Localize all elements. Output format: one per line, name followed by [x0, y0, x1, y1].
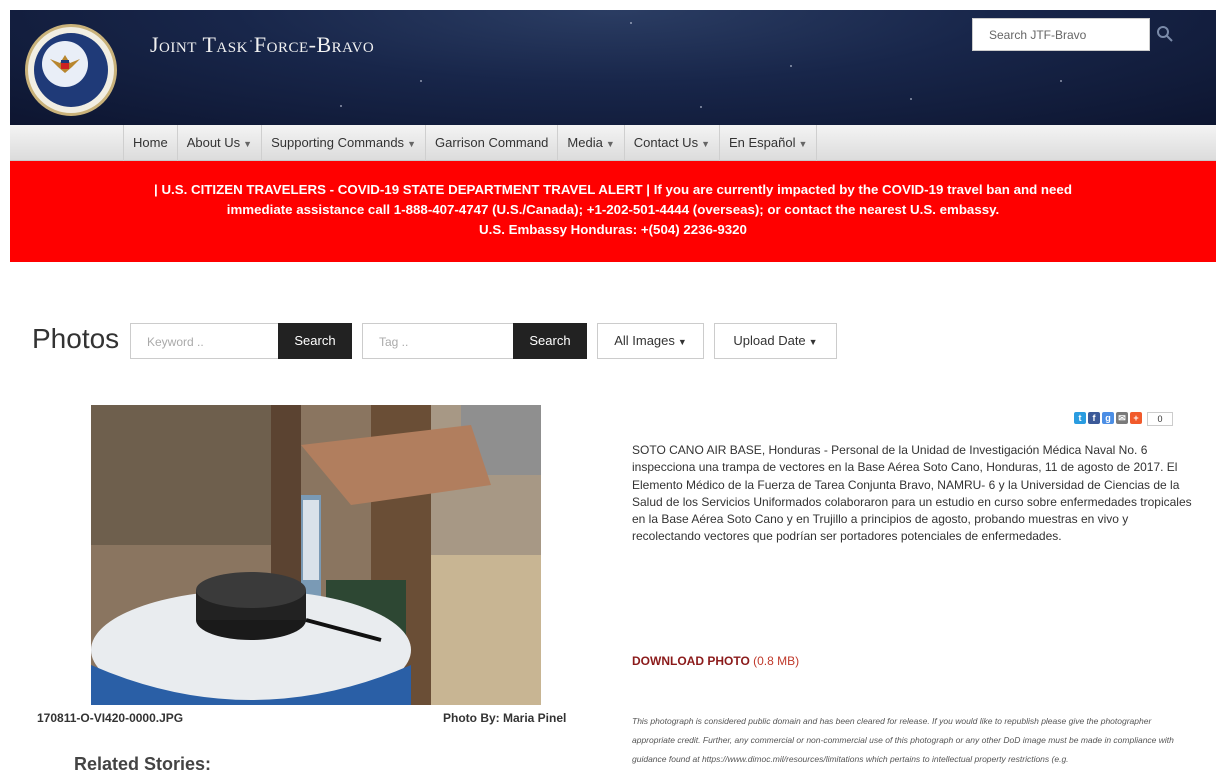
photos-heading: Photos [32, 323, 120, 354]
site-search-input[interactable]: Search JTF-Bravo [972, 18, 1150, 51]
share-toolbar: t f g ✉ + 0 [1074, 412, 1173, 427]
photo-credit: Photo By: Maria Pinel [443, 711, 567, 725]
chevron-down-icon: ▼ [243, 139, 253, 149]
tag-search-button[interactable]: Search [513, 323, 587, 359]
covid-travel-alert-banner: | U.S. CITIZEN TRAVELERS - COVID-19 STAT… [10, 161, 1216, 262]
caret-down-icon: ▼ [808, 337, 818, 347]
twitter-share-icon[interactable]: t [1074, 412, 1086, 424]
nav-item-contact-us[interactable]: Contact Us ▼ [623, 125, 719, 161]
chevron-down-icon: ▼ [407, 139, 416, 149]
tag-search-input[interactable]: Tag .. [362, 323, 517, 359]
download-photo-label[interactable]: DOWNLOAD PHOTO [632, 654, 750, 668]
chevron-down-icon: ▼ [605, 139, 615, 149]
nav-item-garrison-command[interactable]: Garrison Command [424, 125, 557, 161]
nav-item-media[interactable]: Media ▼ [557, 125, 623, 161]
search-icon[interactable] [1156, 25, 1174, 43]
keyword-search-input[interactable]: Keyword .. [130, 323, 280, 359]
nav-item-home[interactable]: Home [123, 125, 177, 161]
share-count: 0 [1147, 412, 1173, 426]
photo-description: SOTO CANO AIR BASE, Honduras - Personal … [632, 443, 1192, 544]
chevron-down-icon: ▼ [701, 139, 710, 149]
alert-line-2: immediate assistance call 1-888-407-4747… [226, 202, 1000, 217]
upload-date-dropdown[interactable]: Upload Date ▼ [714, 323, 837, 359]
caret-down-icon: ▼ [677, 337, 687, 347]
download-photo-link[interactable]: DOWNLOAD PHOTO (0.8 MB) [632, 654, 799, 668]
nav-item-about-us[interactable]: About Us ▼ [176, 125, 261, 161]
chevron-down-icon: ▼ [798, 139, 808, 149]
nav-item-supporting-commands[interactable]: Supporting Commands ▼ [261, 125, 425, 161]
nav-item-en-espanol[interactable]: En Español ▼ [719, 125, 818, 161]
keyword-search-button[interactable]: Search [278, 323, 352, 359]
site-header: Joint Task Force-Bravo Search JTF-Bravo [10, 10, 1216, 125]
jtf-bravo-seal-logo[interactable] [25, 24, 117, 116]
page: Joint Task Force-Bravo Search JTF-Bravo … [10, 10, 1216, 784]
alert-line-1: | U.S. CITIZEN TRAVELERS - COVID-19 STAT… [154, 182, 1072, 197]
site-title[interactable]: Joint Task Force-Bravo [150, 32, 374, 58]
email-share-icon[interactable]: ✉ [1116, 412, 1128, 424]
public-domain-disclaimer: This photograph is considered public dom… [632, 716, 1174, 764]
eagle-emblem-icon [50, 55, 80, 73]
photo-filename: 170811-O-VI420-0000.JPG [37, 711, 184, 725]
main-nav: Home About Us ▼ Supporting Commands ▼ Garr… [10, 125, 1216, 161]
more-share-icon[interactable]: + [1130, 412, 1142, 424]
all-images-dropdown[interactable]: All Images ▼ [597, 323, 704, 359]
facebook-share-icon[interactable]: f [1088, 412, 1100, 424]
google-share-icon[interactable]: g [1102, 412, 1114, 424]
featured-photo[interactable] [91, 405, 541, 705]
download-size: (0.8 MB) [753, 654, 800, 668]
vector-trap-photo-image [91, 405, 541, 705]
related-stories-heading: Related Stories: [74, 754, 212, 774]
alert-line-3: U.S. Embassy Honduras: +(504) 2236-9320 [479, 222, 747, 237]
